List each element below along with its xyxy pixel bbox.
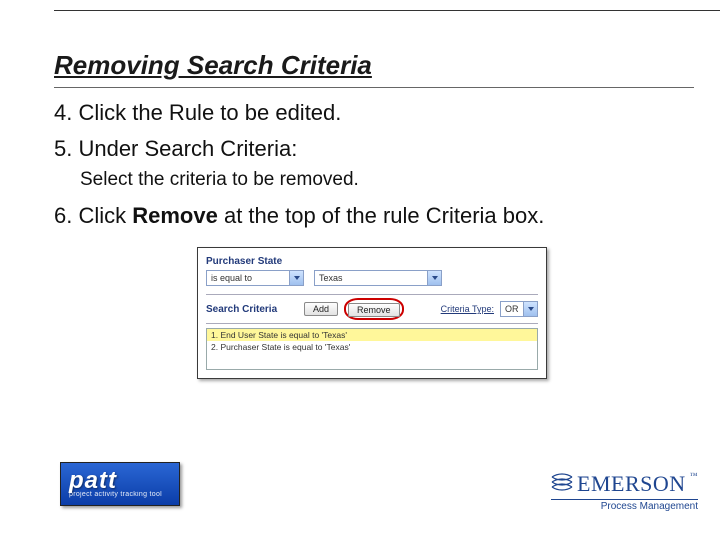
list-padding	[207, 353, 537, 369]
step-6-post: at the top of the rule Criteria box.	[218, 203, 545, 228]
helix-icon	[551, 471, 573, 489]
screenshot-panel: Purchaser State is equal to Texas Search…	[197, 247, 547, 379]
operator-dropdown[interactable]: is equal to	[206, 270, 304, 286]
criteria-row-1[interactable]: 1. End User State is equal to 'Texas'	[207, 329, 537, 341]
chevron-down-icon	[427, 271, 441, 285]
criteria-type-value: OR	[501, 304, 523, 314]
step-5-sub: Select the criteria to be removed.	[80, 169, 690, 191]
patt-logo: patt project activity tracking tool	[60, 462, 180, 506]
emerson-text: EMERSON	[577, 471, 686, 497]
criteria-type-dropdown[interactable]: OR	[500, 301, 538, 317]
step-6-pre: 6. Click	[54, 203, 132, 228]
chevron-down-icon	[289, 271, 303, 285]
emerson-brand: EMERSON ™	[551, 471, 698, 497]
criteria-list: 1. End User State is equal to 'Texas' 2.…	[206, 328, 538, 370]
title-divider	[54, 87, 694, 88]
remove-highlight: Remove	[344, 298, 404, 320]
page-title: Removing Search Criteria	[54, 50, 690, 85]
chevron-down-icon	[523, 302, 537, 316]
step-5: 5. Under Search Criteria:	[54, 134, 690, 164]
value-dropdown[interactable]: Texas	[314, 270, 442, 286]
emerson-logo: EMERSON ™ Process Management	[551, 471, 698, 512]
patt-logo-sub: project activity tracking tool	[69, 491, 179, 498]
search-criteria-header: Search Criteria Add Remove Criteria Type…	[206, 294, 538, 324]
top-divider	[54, 10, 720, 11]
step-6-bold: Remove	[132, 203, 218, 228]
value-text: Texas	[315, 273, 427, 283]
add-button[interactable]: Add	[304, 302, 338, 316]
step-4: 4. Click the Rule to be edited.	[54, 98, 690, 128]
step-6: 6. Click Remove at the top of the rule C…	[54, 201, 690, 231]
trademark: ™	[690, 471, 698, 480]
field-label: Purchaser State	[206, 256, 538, 267]
slide-content: Removing Search Criteria 4. Click the Ru…	[54, 50, 690, 379]
patt-logo-text: patt	[69, 470, 179, 492]
search-criteria-title: Search Criteria	[206, 304, 298, 315]
criteria-row-2[interactable]: 2. Purchaser State is equal to 'Texas'	[207, 341, 537, 353]
criteria-type-label: Criteria Type:	[441, 304, 494, 314]
emerson-sub: Process Management	[551, 499, 698, 512]
remove-button[interactable]: Remove	[348, 303, 400, 317]
field-row: is equal to Texas	[206, 270, 538, 286]
operator-value: is equal to	[207, 273, 289, 283]
